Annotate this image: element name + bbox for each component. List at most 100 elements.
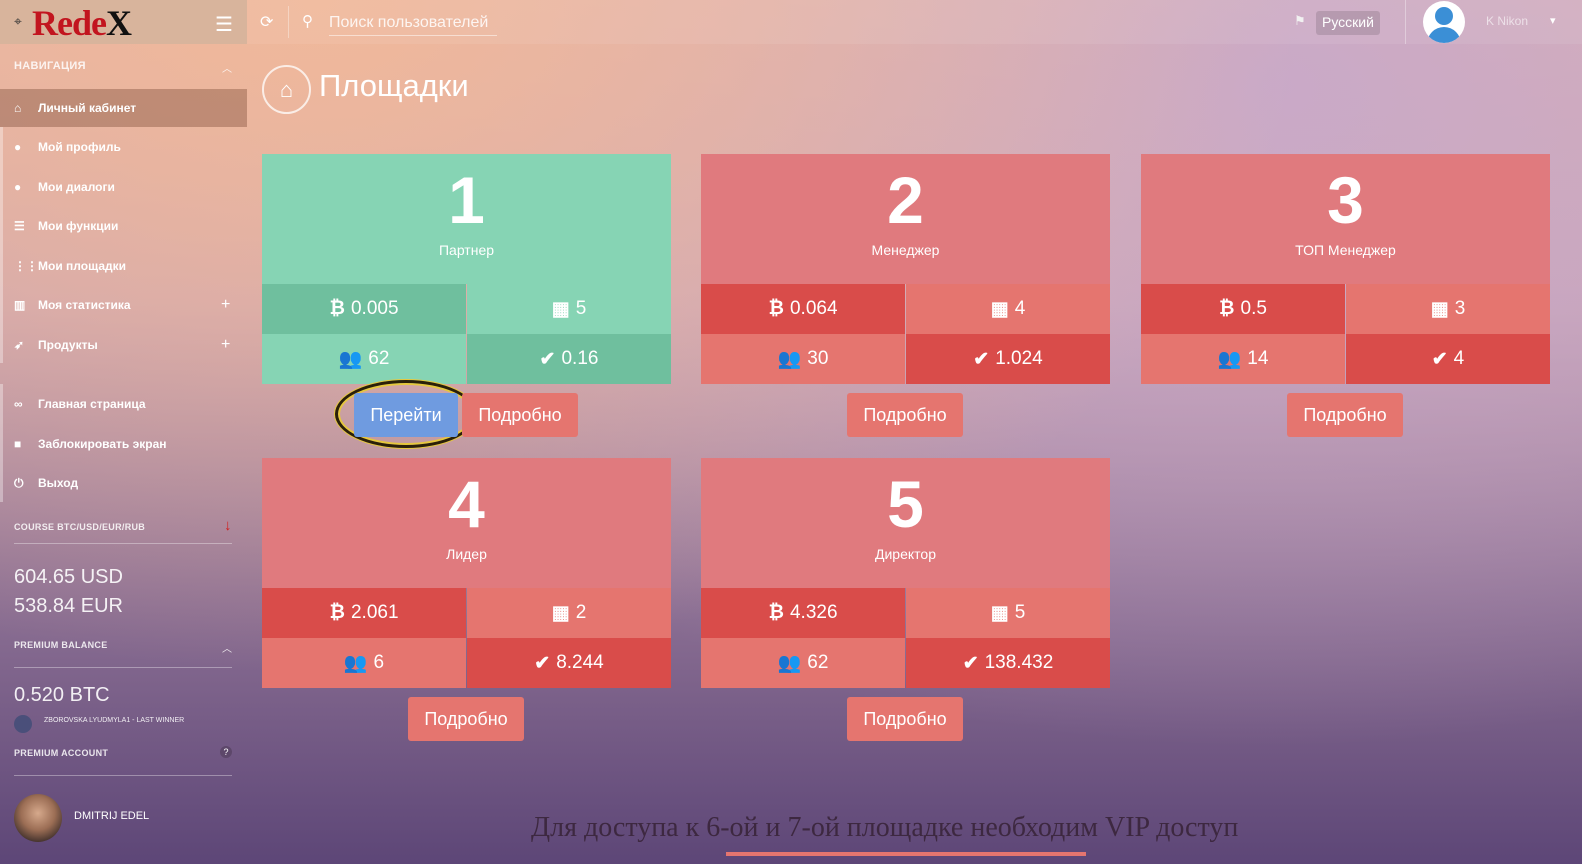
check-cell: ✔ 8.244	[467, 638, 671, 688]
premium-balance-title: PREMIUM BALANCE	[14, 640, 108, 650]
crosshair-icon: ⌖	[14, 13, 22, 29]
sidebar-item-label: Главная страница	[38, 397, 146, 411]
btc-cell: ₿ 0.064	[701, 284, 905, 334]
sidebar-item-products[interactable]: ➶ Продукты +	[0, 326, 247, 364]
card-number: 4	[448, 467, 485, 541]
user-name[interactable]: K Nikon	[1486, 14, 1528, 28]
card-number: 1	[448, 163, 485, 237]
premium-account-title: PREMIUM ACCOUNT	[14, 748, 109, 758]
check-icon: ✔	[962, 652, 979, 674]
card-role: Партнер	[438, 242, 495, 258]
sidebar-item-profile[interactable]: ● Мой профиль	[0, 128, 247, 166]
divider	[726, 852, 1086, 856]
platform-card-5: 5 Директор ₿ 4.326 ▦ 5 👥 62 ✔ 138.432	[701, 458, 1110, 688]
card-role: ТОП Менеджер	[1295, 242, 1396, 258]
users-value: 62	[807, 652, 829, 673]
home-icon: ⌂	[14, 101, 22, 115]
btc-cell: ₿ 0.005	[262, 284, 466, 334]
details-button-5[interactable]: Подробно	[847, 697, 963, 741]
expand-icon[interactable]: +	[221, 336, 230, 354]
chevron-down-icon[interactable]: ▾	[1550, 14, 1556, 27]
sidebar-item-functions[interactable]: ☰ Мои функции	[0, 207, 247, 245]
table-icon: ▦	[551, 602, 570, 624]
check-value: 138.432	[984, 652, 1054, 673]
bitcoin-icon: ₿	[768, 602, 784, 623]
premium-balance: 0.520 BTC	[14, 684, 110, 706]
btc-value: 0.064	[789, 298, 838, 319]
refresh-icon[interactable]: ⟳	[260, 12, 273, 32]
users-icon: 👥	[777, 349, 802, 370]
profile-name[interactable]: DMITRIJ EDEL	[74, 810, 149, 822]
card-role: Директор	[875, 546, 936, 562]
btc-value: 2.061	[350, 602, 399, 623]
users-icon: 👥	[343, 653, 368, 674]
check-icon: ✔	[1431, 348, 1448, 370]
divider	[1405, 0, 1406, 44]
sidebar-item-label: Мои площадки	[38, 259, 127, 273]
grid-icon: ⋮⋮	[14, 259, 38, 273]
chat-icon: ●	[14, 180, 22, 194]
sidebar-item-label: Мой профиль	[38, 140, 121, 154]
last-winner: ZBOROVSKA LYUDMYLA1 - LAST WINNER	[44, 717, 185, 724]
users-cell: 👥 62	[262, 334, 466, 384]
user-avatar[interactable]	[1423, 1, 1465, 43]
table-value: 5	[575, 298, 587, 319]
nav-section-title: НАВИГАЦИЯ	[14, 60, 86, 72]
sidebar-item-home-page[interactable]: ∞ Главная страница	[0, 385, 247, 423]
language-selector[interactable]: Русский	[1316, 11, 1380, 35]
details-button-2[interactable]: Подробно	[847, 393, 963, 437]
sidebar-item-label: Мои диалоги	[38, 180, 115, 194]
profile-avatar[interactable]	[14, 794, 62, 842]
page-title: Площадки	[319, 68, 469, 103]
users-icon: 👥	[777, 653, 802, 674]
go-button[interactable]: Перейти	[354, 393, 458, 437]
search-input[interactable]	[329, 10, 497, 36]
table-icon: ▦	[990, 298, 1009, 320]
users-cell: 👥 30	[701, 334, 905, 384]
users-cell: 👥 6	[262, 638, 466, 688]
btc-cell: ₿ 4.326	[701, 588, 905, 638]
sidebar-item-label: Мои функции	[38, 219, 119, 233]
sidebar-item-lock-screen[interactable]: ■ Заблокировать экран	[0, 425, 247, 463]
sidebar-item-dialogs[interactable]: ● Мои диалоги	[0, 168, 247, 206]
bitcoin-icon: ₿	[768, 298, 784, 319]
check-cell: ✔ 138.432	[906, 638, 1110, 688]
platform-card-1: 1 Партнер ₿ 0.005 ▦ 5 👥 62 ✔ 0.16	[262, 154, 671, 384]
chart-icon: ▥	[14, 298, 26, 312]
users-value: 30	[807, 348, 829, 369]
check-value: 1.024	[995, 348, 1043, 369]
logo[interactable]: ⌖ RedeX ☰	[0, 0, 247, 44]
table-cell: ▦ 3	[1346, 284, 1550, 334]
check-cell: ✔ 0.16	[467, 334, 671, 384]
table-value: 5	[1014, 602, 1026, 623]
details-button-1[interactable]: Подробно	[462, 393, 578, 437]
divider	[14, 543, 232, 544]
course-usd: 604.65 USD	[14, 566, 123, 588]
sidebar-item-platforms[interactable]: ⋮⋮ Мои площадки	[0, 247, 247, 285]
chevron-up-icon[interactable]: ︿	[222, 640, 232, 655]
list-icon: ☰	[14, 219, 25, 233]
vip-access-note: Для доступа к 6-ой и 7-ой площадке необх…	[531, 812, 1239, 843]
menu-toggle-icon[interactable]: ☰	[215, 12, 233, 37]
users-cell: 👥 62	[701, 638, 905, 688]
details-button-3[interactable]: Подробно	[1287, 393, 1403, 437]
help-icon[interactable]: ?	[220, 746, 232, 758]
brand-logo: RedeX	[32, 3, 132, 43]
table-value: 2	[575, 602, 587, 623]
top-bar: ⌖ RedeX ☰ ⟳ ⚲ ⚑ Русский K Nikon ▾	[0, 0, 1582, 44]
check-icon: ✔	[539, 348, 556, 370]
sidebar-item-statistics[interactable]: ▥ Моя статистика +	[0, 286, 247, 324]
arrow-down-icon: ↓	[224, 517, 232, 534]
details-button-4[interactable]: Подробно	[408, 697, 524, 741]
table-cell: ▦ 5	[906, 588, 1110, 638]
sidebar-item-cabinet[interactable]: ⌂ Личный кабинет	[0, 89, 247, 127]
check-icon: ✔	[973, 348, 990, 370]
sidebar-item-logout[interactable]: ⏻ Выход	[0, 464, 247, 502]
table-icon: ▦	[1430, 298, 1449, 320]
divider	[14, 667, 232, 668]
expand-icon[interactable]: +	[221, 296, 230, 314]
users-value: 62	[368, 348, 390, 369]
course-title: COURSE BTC/USD/EUR/RUB	[14, 522, 146, 532]
chevron-up-icon[interactable]: ︿	[222, 60, 232, 75]
bitcoin-icon: ₿	[1219, 298, 1235, 319]
